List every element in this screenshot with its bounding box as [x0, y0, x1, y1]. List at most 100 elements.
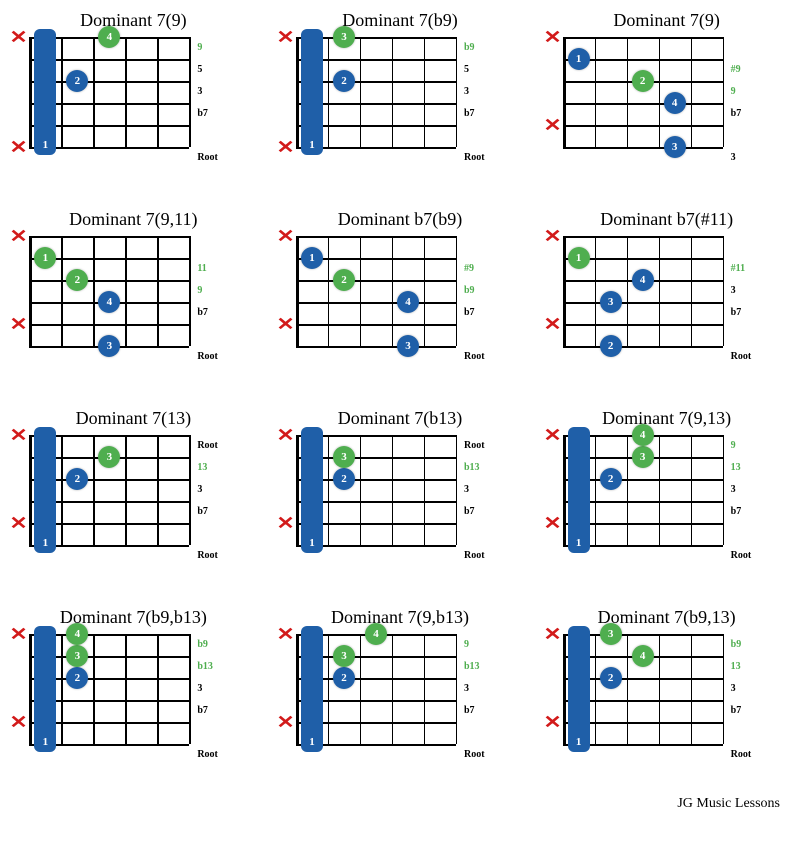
finger-dot: 3 — [98, 446, 120, 468]
mute-icon: ✕ — [10, 137, 28, 158]
finger-dot: 2 — [333, 70, 355, 92]
interval-labels: #113b7Root — [731, 236, 771, 368]
chord-diagram: Dominant 7(b13)✕✕123Rootb133b7Root — [272, 408, 529, 567]
finger-dot: 2 — [66, 468, 88, 490]
mute-icon: ✕ — [10, 27, 28, 48]
interval-labels: 953b7Root — [197, 37, 237, 169]
finger-dot: 3 — [600, 291, 622, 313]
interval-label: b7 — [731, 700, 771, 722]
interval-label: Root — [464, 435, 504, 457]
barre: 1 — [568, 427, 590, 553]
finger-dot: 1 — [568, 48, 590, 70]
chord-diagram: Dominant 7(9,b13)✕✕12349b133b7Root — [272, 607, 529, 766]
interval-labels: #99b73 — [731, 37, 771, 169]
mute-icon: ✕ — [276, 314, 294, 335]
interval-label: Root — [197, 147, 237, 169]
interval-label: 3 — [464, 81, 504, 103]
interval-label: Root — [464, 346, 504, 368]
interval-label: 13 — [197, 457, 237, 479]
chord-diagram: Dominant 7(13)✕✕123Root133b7Root — [5, 408, 262, 567]
interval-label: b7 — [197, 700, 237, 722]
interval-label: b13 — [464, 656, 504, 678]
finger-dot: 1 — [34, 247, 56, 269]
chord-title: Dominant 7(9,11) — [69, 209, 197, 230]
interval-label: 3 — [731, 678, 771, 700]
mute-icon: ✕ — [276, 27, 294, 48]
mute-icon: ✕ — [543, 115, 561, 136]
interval-label: b9 — [464, 280, 504, 302]
mute-icon: ✕ — [276, 425, 294, 446]
finger-dot: 1 — [568, 247, 590, 269]
interval-label: Root — [197, 346, 237, 368]
chord-diagram: Dominant 7(9) ✕✕124953b7Root — [5, 10, 262, 169]
finger-dot: 2 — [600, 468, 622, 490]
chord-diagram: Dominant 7(9,11)✕✕1243119b7Root — [5, 209, 262, 368]
interval-labels: b953b7Root — [464, 37, 504, 169]
interval-label: Root — [197, 545, 237, 567]
finger-dot: 4 — [98, 26, 120, 48]
mute-icon: ✕ — [543, 425, 561, 446]
barre: 1 — [301, 29, 323, 155]
fretboard: ✕✕1243 — [563, 37, 723, 147]
interval-label: 9 — [731, 81, 771, 103]
finger-dot: 2 — [600, 667, 622, 689]
finger-dot: 4 — [632, 645, 654, 667]
fretboard: ✕✕124 — [29, 37, 189, 147]
interval-label: Root — [731, 744, 771, 766]
chord-title: Dominant 7(9,13) — [602, 408, 731, 429]
finger-dot: 2 — [66, 70, 88, 92]
barre: 1 — [568, 626, 590, 752]
interval-label: 3 — [731, 147, 771, 169]
interval-label: Root — [464, 147, 504, 169]
fretboard: ✕✕1324 — [563, 236, 723, 346]
mute-icon: ✕ — [276, 624, 294, 645]
interval-label: 9 — [197, 37, 237, 59]
interval-label: Root — [731, 346, 771, 368]
interval-label: b7 — [464, 302, 504, 324]
interval-labels: #9b9b7Root — [464, 236, 504, 368]
finger-dot: 4 — [66, 623, 88, 645]
interval-label: #11 — [731, 258, 771, 280]
chord-diagram: Dominant b7(b9)✕✕1243#9b9b7Root — [272, 209, 529, 368]
fretboard: ✕✕1234 — [563, 435, 723, 545]
mute-icon: ✕ — [276, 226, 294, 247]
mute-icon: ✕ — [10, 425, 28, 446]
finger-dot: 3 — [333, 645, 355, 667]
interval-label: 3 — [731, 280, 771, 302]
interval-label: 5 — [464, 59, 504, 81]
interval-label: b7 — [464, 103, 504, 125]
finger-dot: 2 — [632, 70, 654, 92]
mute-icon: ✕ — [543, 226, 561, 247]
chord-title: Dominant 7(9) — [80, 10, 186, 31]
finger-dot: 3 — [333, 446, 355, 468]
interval-label: 3 — [197, 678, 237, 700]
mute-icon: ✕ — [543, 624, 561, 645]
finger-dot: 3 — [66, 645, 88, 667]
barre: 1 — [34, 626, 56, 752]
finger-dot: 4 — [98, 291, 120, 313]
chord-title: Dominant 7(9) — [613, 10, 719, 31]
interval-label: b7 — [197, 501, 237, 523]
fretboard: ✕✕1243 — [29, 236, 189, 346]
chord-title: Dominant 7(b13) — [338, 408, 462, 429]
chord-title: Dominant 7(9,b13) — [331, 607, 469, 628]
interval-labels: b9b133b7Root — [197, 634, 237, 766]
mute-icon: ✕ — [276, 712, 294, 733]
interval-label: Root — [197, 435, 237, 457]
fretboard: ✕✕123 — [296, 435, 456, 545]
interval-label: 9 — [197, 280, 237, 302]
interval-labels: b9133b7Root — [731, 634, 771, 766]
fretboard: ✕✕1243 — [296, 236, 456, 346]
chord-diagram: Dominant b7(#11)✕✕1324#113b7Root — [538, 209, 795, 368]
interval-label: b9 — [197, 634, 237, 656]
barre: 1 — [301, 626, 323, 752]
finger-dot: 3 — [98, 335, 120, 357]
finger-dot: 4 — [632, 269, 654, 291]
chord-title: Dominant 7(b9,13) — [598, 607, 736, 628]
interval-labels: 9b133b7Root — [464, 634, 504, 766]
mute-icon: ✕ — [276, 137, 294, 158]
mute-icon: ✕ — [10, 314, 28, 335]
mute-icon: ✕ — [276, 513, 294, 534]
finger-dot: 2 — [66, 269, 88, 291]
interval-label: Root — [197, 744, 237, 766]
